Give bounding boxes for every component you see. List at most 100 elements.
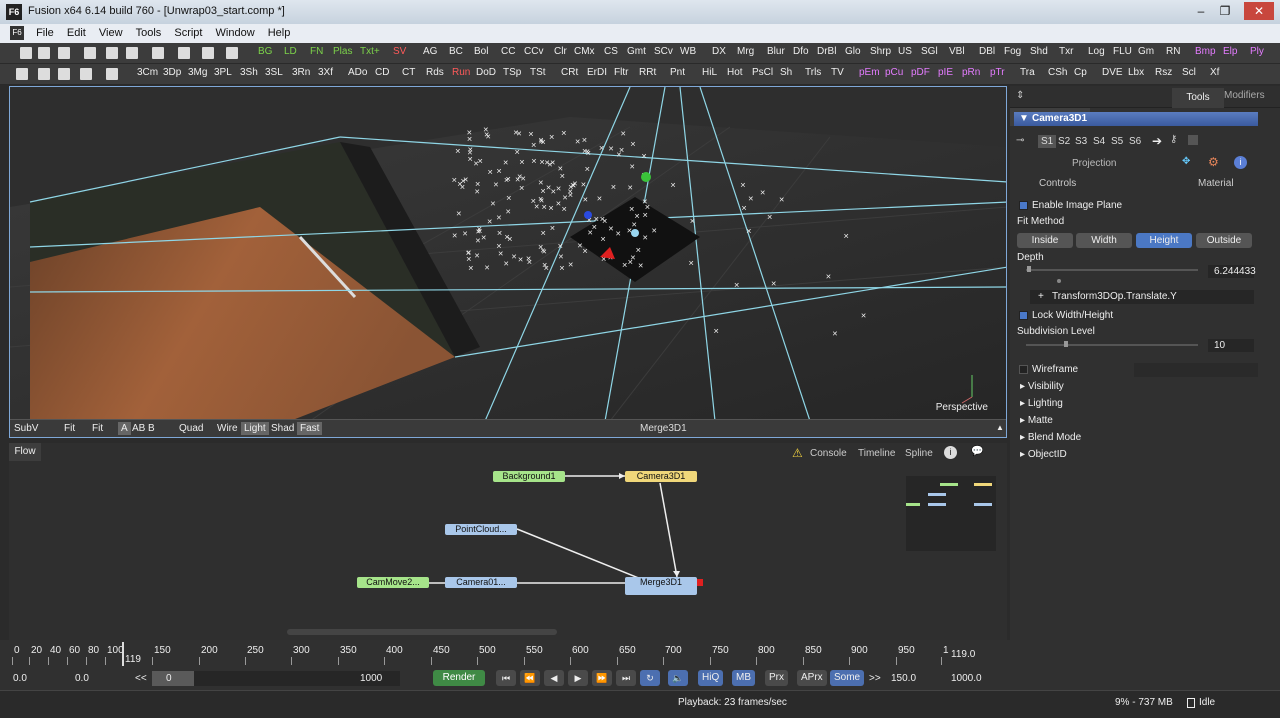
projection-tab[interactable]: Projection — [1072, 158, 1116, 169]
tool-button-tsp[interactable]: TSp — [503, 67, 521, 78]
section-matte[interactable]: ▸ Matte — [1020, 415, 1053, 426]
tool-button-ply[interactable]: Ply — [1250, 46, 1264, 57]
toolbar1-icon-9[interactable] — [226, 47, 238, 59]
toolbar1-icon-6[interactable] — [152, 47, 164, 59]
render-start-field[interactable]: 0.0 — [72, 671, 130, 686]
tool-button-3mg[interactable]: 3Mg — [188, 67, 207, 78]
close-button[interactable]: ✕ — [1244, 2, 1274, 20]
tab-tools[interactable]: Tools — [1172, 88, 1224, 108]
tool-button-txr[interactable]: Txr — [1059, 46, 1073, 57]
menu-help[interactable]: Help — [263, 24, 296, 39]
tool-button-dfo[interactable]: Dfo — [793, 46, 809, 57]
tool-button-hil[interactable]: HiL — [702, 67, 717, 78]
tool-button-fog[interactable]: Fog — [1004, 46, 1021, 57]
loop-button[interactable]: ↻ — [640, 670, 660, 686]
node-background1[interactable]: Background1 — [493, 471, 565, 482]
quad-view-button[interactable]: Quad — [179, 423, 203, 434]
version-slot-3[interactable]: S3 — [1075, 136, 1087, 147]
tool-button-log[interactable]: Log — [1088, 46, 1105, 57]
tool-button-rsz[interactable]: Rsz — [1155, 67, 1172, 78]
tool-button-dx[interactable]: DX — [712, 46, 726, 57]
flow-navigator[interactable] — [906, 476, 996, 551]
tool-button-xf[interactable]: Xf — [1210, 67, 1219, 78]
flow-editor[interactable]: Flow ⚠ Console Timeline Spline i 💬 Backg… — [9, 443, 1007, 640]
subdivision-slider-handle[interactable] — [1064, 341, 1068, 347]
section-lighting[interactable]: ▸ Lighting — [1020, 398, 1063, 409]
toolbar2-icon-1[interactable] — [38, 68, 50, 80]
tool-button-scl[interactable]: Scl — [1182, 67, 1196, 78]
toolbar2-icon-3[interactable] — [80, 68, 92, 80]
tool-button-vbl[interactable]: VBl — [949, 46, 965, 57]
global-start-field[interactable]: 0.0 — [10, 671, 68, 686]
tool-button-pscl[interactable]: PsCl — [752, 67, 773, 78]
pin-icon[interactable]: ⊸ — [1016, 135, 1024, 146]
view-a-button[interactable]: A — [118, 422, 131, 435]
toolbar2-icon-0[interactable] — [16, 68, 28, 80]
tool-button-bc[interactable]: BC — [449, 46, 463, 57]
tab-material[interactable]: Material — [1198, 178, 1234, 189]
tool-button-ptr[interactable]: pTr — [990, 67, 1005, 78]
tool-button-shrp[interactable]: Shrp — [870, 46, 891, 57]
node-pointcloud[interactable]: PointCloud... — [445, 524, 517, 535]
tool-button-cp[interactable]: Cp — [1074, 67, 1087, 78]
section-visibility[interactable]: ▸ Visibility — [1020, 381, 1064, 392]
tool-button-erdi[interactable]: ErDI — [587, 67, 607, 78]
section-blend-mode[interactable]: ▸ Blend Mode — [1020, 432, 1081, 443]
tool-button-glo[interactable]: Glo — [845, 46, 861, 57]
tool-button-pnt[interactable]: Pnt — [670, 67, 685, 78]
tool-button-scv[interactable]: SCv — [654, 46, 673, 57]
hiq-button[interactable]: HiQ — [698, 670, 724, 686]
tool-button-3cm[interactable]: 3Cm — [137, 67, 158, 78]
toolbar1-icon-1[interactable] — [38, 47, 50, 59]
subdivision-slider[interactable] — [1026, 344, 1198, 346]
current-time-field[interactable]: 119.0 — [951, 649, 975, 660]
transform-icon[interactable]: ✥ — [1182, 156, 1190, 167]
go-to-end-button[interactable]: ⏭ — [616, 670, 636, 686]
render-end-field[interactable]: 150.0 — [888, 671, 946, 686]
view-b-button[interactable]: B — [148, 423, 155, 434]
version-slot-2[interactable]: S2 — [1058, 136, 1070, 147]
tool-button-txt[interactable]: Txt+ — [360, 46, 380, 57]
toolbar1-icon-4[interactable] — [106, 47, 118, 59]
flow-horizontal-scrollbar[interactable] — [287, 629, 557, 635]
tool-button-ado[interactable]: ADo — [348, 67, 367, 78]
tool-button-cs[interactable]: CS — [604, 46, 618, 57]
depth-slider[interactable] — [1026, 269, 1198, 271]
tool-button-shd[interactable]: Shd — [1030, 46, 1048, 57]
go-to-start-button[interactable]: ⏮ — [496, 670, 516, 686]
tool-button-plas[interactable]: Plas — [333, 46, 352, 57]
plus-icon[interactable]: + — [1038, 290, 1044, 304]
tool-button-3rn[interactable]: 3Rn — [292, 67, 310, 78]
toolbar1-icon-7[interactable] — [178, 47, 190, 59]
tool-button-run[interactable]: Run — [452, 67, 470, 78]
fusion-menu-icon[interactable]: F6 — [10, 26, 24, 40]
tool-button-tra[interactable]: Tra — [1020, 67, 1035, 78]
range-slider[interactable]: 0 1000 — [152, 671, 400, 686]
tool-button-ld[interactable]: LD — [284, 46, 297, 57]
shadow-button[interactable]: Shad — [271, 423, 294, 434]
tool-button-fn[interactable]: FN — [310, 46, 323, 57]
toolbar1-icon-8[interactable] — [202, 47, 214, 59]
tool-button-3pl[interactable]: 3PL — [214, 67, 232, 78]
time-ruler[interactable]: 0 20 40 60 80 100 150 200 250 300 350 400 450 500 550 6… — [12, 642, 949, 666]
version-slot-1[interactable]: S1 — [1038, 135, 1057, 148]
node-camera3d1[interactable]: Camera3D1 — [625, 471, 697, 482]
audio-button[interactable]: 🔈 — [668, 670, 688, 686]
tool-button-lbx[interactable]: Lbx — [1128, 67, 1144, 78]
tool-button-gm[interactable]: Gm — [1138, 46, 1154, 57]
proxy-button[interactable]: Prx — [765, 670, 788, 686]
step-forward-range-button[interactable]: >> — [866, 671, 884, 686]
toolbar2-icon-2[interactable] — [58, 68, 70, 80]
toolbar1-icon-0[interactable] — [20, 47, 32, 59]
enable-image-plane-checkbox[interactable] — [1019, 201, 1028, 210]
viewer-3d[interactable]: ✕ ✕ ✕ ✕ ✕ ✕ ✕ ✕ ✕ ✕ ✕ ✕ ✕ ✕ ✕ ✕ ✕ ✕ ✕ ✕ ✕ ✕ ✕ ✕ ✕ ✕ ✕ ✕ ✕ ✕ ✕ ✕ ✕ ✕ ✕ ✕ ✕ ✕ ✕ ✕… — [9, 86, 1007, 438]
node-camera01[interactable]: Camera01... — [445, 577, 517, 588]
tool-button-us[interactable]: US — [898, 46, 912, 57]
subview-button[interactable]: SubV — [14, 423, 38, 434]
minimize-button[interactable]: – — [1190, 2, 1212, 20]
some-button[interactable]: Some — [830, 670, 865, 686]
depth-slider-handle[interactable] — [1027, 266, 1031, 272]
key-icon[interactable]: ⚷ — [1170, 134, 1177, 145]
subdivision-value[interactable]: 10 — [1208, 339, 1254, 352]
tool-button-sv[interactable]: SV — [393, 46, 406, 57]
